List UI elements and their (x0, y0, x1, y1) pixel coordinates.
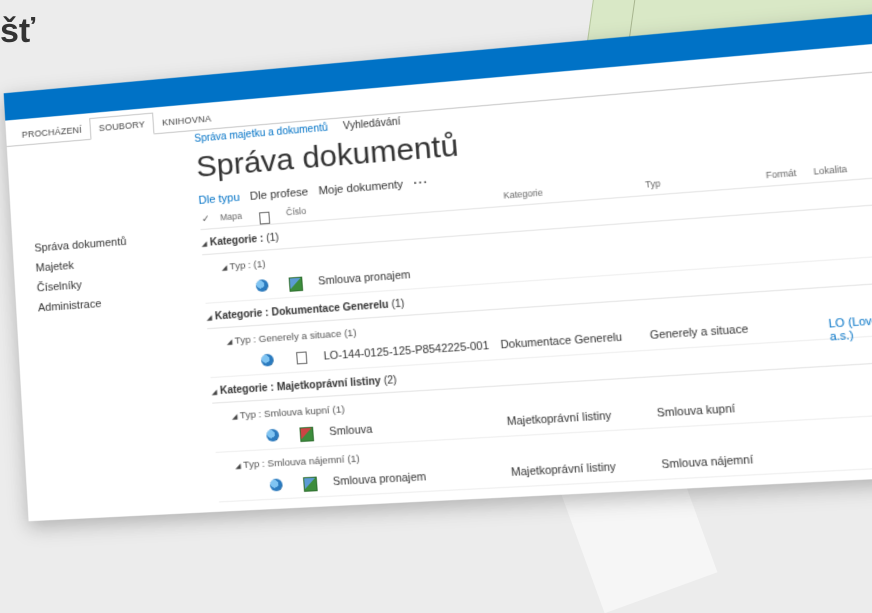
row-number[interactable]: Smlouva (329, 423, 373, 438)
row-type: Generely a situace (649, 323, 749, 343)
collapse-caret-icon[interactable]: ◢ (206, 315, 212, 322)
globe-map-icon[interactable] (260, 353, 275, 367)
category-count: (1) (265, 232, 280, 245)
globe-map-icon[interactable] (255, 279, 269, 293)
collapse-caret-icon[interactable]: ◢ (211, 389, 217, 396)
column-header-typ[interactable]: Typ (645, 178, 661, 190)
category-count: (1) (391, 298, 405, 311)
category-label: Kategorie : (214, 307, 270, 323)
collapse-caret-icon[interactable]: ◢ (201, 241, 207, 248)
view-my-documents[interactable]: Moje dokumenty (318, 179, 404, 198)
category-label: Kategorie : (219, 382, 275, 398)
row-category: Majetkoprávní listiny (506, 409, 612, 429)
search-link[interactable]: Vyhledávání (343, 116, 401, 132)
view-by-type[interactable]: Dle typu (198, 192, 240, 207)
column-header-cislo[interactable]: Číslo (286, 206, 307, 218)
collapse-caret-icon[interactable]: ◢ (221, 265, 227, 272)
column-header-format[interactable]: Formát (765, 168, 797, 181)
collapse-caret-icon[interactable]: ◢ (235, 463, 241, 471)
left-navigation: Správa dokumentů Majetek Číselníky Admin… (34, 228, 179, 318)
row-number[interactable]: Smlouva pronajem (332, 471, 426, 488)
sharepoint-window: PROCHÁZENÍ SOUBORY KNIHOVNA Správa dokum… (3, 10, 872, 522)
excel-file-icon[interactable] (303, 476, 318, 492)
column-header-kategorie[interactable]: Kategorie (503, 187, 543, 200)
category-name: Dokumentace Generelu (271, 299, 390, 319)
slide-title-fragment: šť (0, 12, 36, 50)
row-number[interactable]: Smlouva pronajem (318, 269, 411, 288)
document-icon[interactable] (296, 351, 308, 365)
globe-map-icon[interactable] (269, 478, 283, 492)
tab-soubory[interactable]: SOUBORY (89, 112, 155, 140)
tab-knihovna[interactable]: KNIHOVNA (153, 108, 220, 134)
row-location-link[interactable]: LO (Lovochemie, a.s.) (828, 310, 872, 344)
column-header-lokalita[interactable]: Lokalita (813, 164, 848, 177)
row-type: Smlouva nájemní (660, 453, 754, 472)
globe-map-icon[interactable] (266, 428, 280, 442)
row-number[interactable]: LO-144-0125-125-P8542225-001 (323, 340, 489, 363)
row-category: Dokumentace Generelu (500, 331, 623, 352)
main-content: Správa majetku a dokumentů Vyhledávání S… (194, 72, 872, 503)
collapse-caret-icon[interactable]: ◢ (232, 414, 238, 422)
excel-file-icon[interactable] (299, 426, 315, 443)
select-all-checkmark-icon[interactable]: ✓ (202, 213, 210, 225)
category-label: Kategorie : (209, 233, 264, 249)
row-category: Majetkoprávní listiny (510, 460, 617, 480)
view-by-profession[interactable]: Dle profese (250, 186, 309, 203)
excel-file-icon[interactable] (288, 276, 304, 292)
type-group-label: Typ : (1) (229, 258, 266, 273)
tab-prochazeni[interactable]: PROCHÁZENÍ (13, 119, 90, 145)
category-name: Majetkoprávní listiny (276, 375, 382, 394)
more-views-button[interactable]: ··· (413, 177, 429, 190)
category-count: (2) (383, 374, 398, 388)
collapse-caret-icon[interactable]: ◢ (227, 339, 233, 347)
column-header-mapa[interactable]: Mapa (220, 211, 242, 223)
row-type: Smlouva kupní (656, 402, 736, 420)
